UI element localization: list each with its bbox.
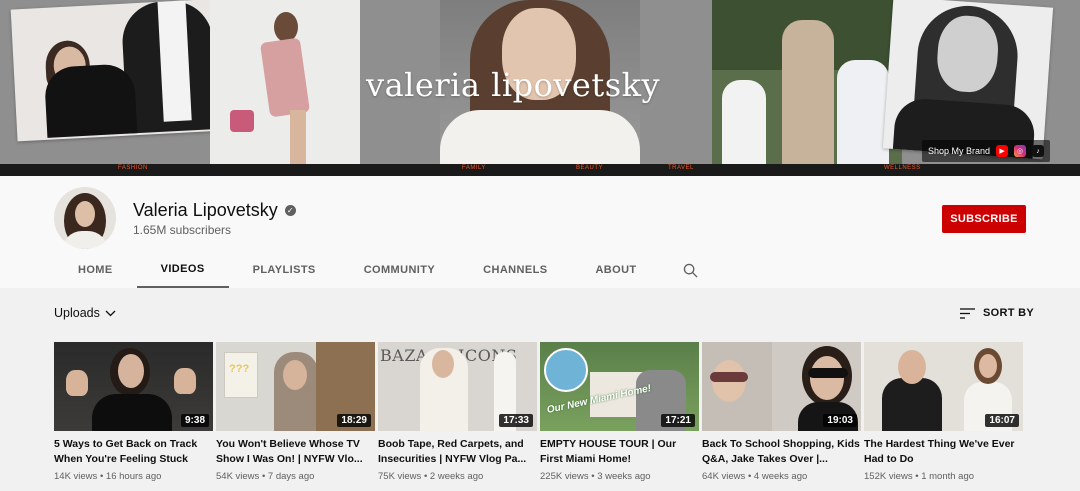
- video-meta: 152K views • 1 month ago: [864, 471, 975, 482]
- video-title[interactable]: Back To School Shopping, Kids Q&A, Jake …: [702, 437, 861, 467]
- banner-category-strip: FASHION FAMILY BEAUTY TRAVEL WELLNESS: [0, 164, 1080, 176]
- upload-age: 7 days ago: [267, 471, 315, 482]
- instagram-icon[interactable]: ◎: [1014, 145, 1027, 157]
- strip-label: BEAUTY: [576, 165, 604, 171]
- tab-about[interactable]: ABOUT: [571, 252, 660, 288]
- avatar[interactable]: [54, 187, 116, 249]
- video-card[interactable]: 9:38 5 Ways to Get Back on Track When Yo…: [54, 342, 213, 482]
- video-meta: 75K views • 2 weeks ago: [378, 471, 484, 482]
- chevron-down-icon: [105, 310, 116, 316]
- subscriber-count: 1.65M subscribers: [133, 223, 232, 237]
- video-duration: 19:03: [823, 414, 857, 427]
- video-card[interactable]: 19:03 Back To School Shopping, Kids Q&A,…: [702, 342, 861, 482]
- video-duration: 9:38: [180, 414, 209, 427]
- banner-photo-couple: [10, 0, 228, 142]
- view-count: 14K views: [54, 471, 98, 482]
- shop-my-brand-link[interactable]: Shop My Brand ▶ ◎ ♪: [922, 140, 1051, 162]
- sort-icon: [960, 307, 975, 319]
- video-duration: 17:33: [499, 414, 533, 427]
- verified-check-icon: ✓: [284, 205, 296, 216]
- channel-banner: valeria lipovetsky FASHION FAMILY BEAUTY…: [0, 0, 1080, 176]
- video-duration: 16:07: [985, 414, 1019, 427]
- videos-section: Uploads SORT BY 9:38 5 Ways to Get Back …: [0, 288, 1080, 491]
- video-thumbnail[interactable]: 19:03: [702, 342, 861, 431]
- video-card[interactable]: BAZAAR ICONS 17:33 Boob Tape, Red Carpet…: [378, 342, 537, 482]
- video-card[interactable]: 16:07 The Hardest Thing We've Ever Had t…: [864, 342, 1023, 482]
- banner-title: valeria lipovetsky: [366, 66, 661, 104]
- strip-label: WELLNESS: [884, 165, 921, 171]
- youtube-icon[interactable]: ▶: [996, 145, 1009, 157]
- video-thumbnail[interactable]: 16:07: [864, 342, 1023, 431]
- video-meta: 14K views • 16 hours ago: [54, 471, 162, 482]
- sort-by-button[interactable]: SORT BY: [960, 307, 1034, 319]
- banner-photo-fashion: [210, 0, 360, 164]
- video-duration: 17:21: [661, 414, 695, 427]
- banner-photo-family: [712, 0, 902, 164]
- video-thumbnail[interactable]: 9:38: [54, 342, 213, 431]
- uploads-label: Uploads: [54, 306, 100, 320]
- subscribe-button[interactable]: SUBSCRIBE: [942, 205, 1026, 233]
- video-duration: 18:29: [337, 414, 371, 427]
- thumb-sign-text: ???: [229, 363, 250, 375]
- video-meta: 225K views • 3 weeks ago: [540, 471, 651, 482]
- upload-age: 3 weeks ago: [597, 471, 651, 482]
- upload-age: 2 weeks ago: [429, 471, 484, 482]
- video-title[interactable]: You Won't Believe Whose TV Show I Was On…: [216, 437, 375, 467]
- video-title[interactable]: 5 Ways to Get Back on Track When You're …: [54, 437, 213, 467]
- video-thumbnail[interactable]: Our New Miami Home! 17:21: [540, 342, 699, 431]
- search-icon[interactable]: [669, 252, 713, 288]
- video-card[interactable]: Our New Miami Home! 17:21 EMPTY HOUSE TO…: [540, 342, 699, 482]
- channel-header: Valeria Lipovetsky ✓ 1.65M subscribers S…: [0, 176, 1080, 288]
- video-thumbnail[interactable]: BAZAAR ICONS 17:33: [378, 342, 537, 431]
- tiktok-icon[interactable]: ♪: [1032, 145, 1045, 157]
- upload-age: 4 weeks ago: [753, 471, 808, 482]
- channel-tabs: HOME VIDEOS PLAYLISTS COMMUNITY CHANNELS…: [54, 252, 713, 288]
- channel-name: Valeria Lipovetsky: [133, 200, 278, 220]
- video-title[interactable]: EMPTY HOUSE TOUR | Our First Miami Home!: [540, 437, 699, 467]
- strip-label: FAMILY: [462, 165, 486, 171]
- view-count: 152K views: [864, 471, 913, 482]
- tab-videos[interactable]: VIDEOS: [136, 252, 229, 288]
- upload-age: 1 month ago: [921, 471, 975, 482]
- video-title[interactable]: The Hardest Thing We've Ever Had to Do: [864, 437, 1023, 467]
- view-count: 225K views: [540, 471, 589, 482]
- view-count: 54K views: [216, 471, 260, 482]
- channel-name-row: Valeria Lipovetsky ✓: [133, 200, 296, 221]
- strip-label: FASHION: [118, 165, 148, 171]
- video-thumbnail[interactable]: ??? 18:29: [216, 342, 375, 431]
- video-card[interactable]: ??? 18:29 You Won't Believe Whose TV Sho…: [216, 342, 375, 482]
- view-count: 75K views: [378, 471, 422, 482]
- tab-channels[interactable]: CHANNELS: [459, 252, 571, 288]
- tab-home[interactable]: HOME: [54, 252, 137, 288]
- banner-photo-bw: [882, 0, 1054, 160]
- tab-playlists[interactable]: PLAYLISTS: [229, 252, 340, 288]
- sort-by-label: SORT BY: [983, 307, 1034, 319]
- view-count: 64K views: [702, 471, 746, 482]
- tab-community[interactable]: COMMUNITY: [340, 252, 459, 288]
- upload-age: 16 hours ago: [105, 471, 162, 482]
- video-title[interactable]: Boob Tape, Red Carpets, and Insecurities…: [378, 437, 537, 467]
- shop-label: Shop My Brand: [928, 146, 991, 156]
- strip-label: TRAVEL: [668, 165, 694, 171]
- video-meta: 54K views • 7 days ago: [216, 471, 315, 482]
- uploads-dropdown[interactable]: Uploads: [54, 306, 116, 320]
- video-grid: 9:38 5 Ways to Get Back on Track When Yo…: [54, 342, 1023, 482]
- video-meta: 64K views • 4 weeks ago: [702, 471, 808, 482]
